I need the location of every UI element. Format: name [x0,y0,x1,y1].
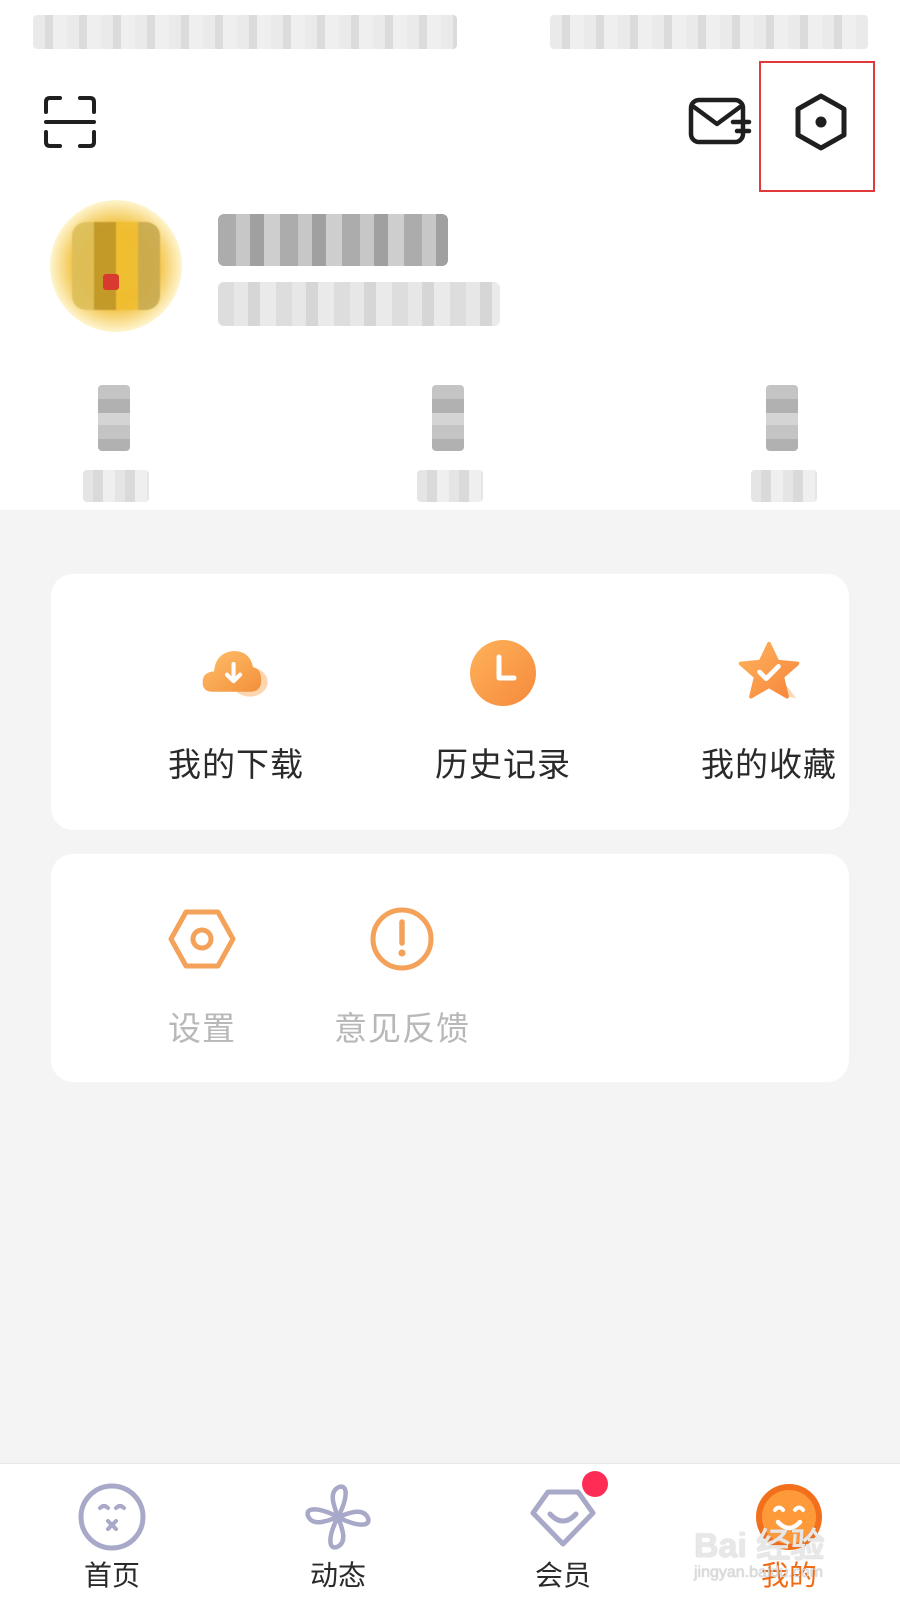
nav-item-member[interactable]: 会员 [493,1464,633,1600]
gear-hexagon-icon [167,904,237,974]
mail-button[interactable] [680,82,760,162]
download-cloud-icon [201,638,271,708]
nav-item-home[interactable]: 首页 [42,1464,182,1600]
status-bar [0,0,900,60]
quick-item-history-label: 历史记录 [435,745,571,784]
app-screen: 我的下载 历史记录 我的收藏 设置 意见反馈 首页 动态 会员 我的 Bai 经… [0,0,900,1600]
stat-2-value-blurred [432,385,464,451]
nav-item-dynamic[interactable]: 动态 [268,1464,408,1600]
tool-item-feedback-label: 意见反馈 [334,1009,470,1048]
settings-hexagon-icon [795,93,847,151]
status-bar-left-blurred [33,15,457,49]
quick-item-favorites[interactable]: 我的收藏 [659,638,879,818]
quick-item-favorites-label: 我的收藏 [701,745,837,784]
scan-button[interactable] [30,82,110,162]
username-blurred[interactable] [218,214,448,266]
exclamation-circle-icon [367,904,437,974]
nav-item-mine[interactable]: 我的 [719,1464,859,1600]
stat-1-value-blurred [98,385,130,451]
status-bar-right-blurred [550,15,868,49]
stat-block-1[interactable] [83,385,153,505]
quick-actions-card: 我的下载 历史记录 我的收藏 [51,574,849,830]
avatar-mouth [103,274,119,290]
clock-icon [468,638,538,708]
mine-face-icon [754,1482,824,1552]
avatar[interactable] [50,200,182,332]
bottom-nav: 首页 动态 会员 我的 [0,1463,900,1600]
quick-item-downloads-label: 我的下载 [168,745,304,784]
star-check-icon [734,638,804,708]
stat-3-value-blurred [766,385,798,451]
header-divider [0,510,900,550]
stat-block-3[interactable] [751,385,821,505]
nav-item-home-label: 首页 [83,1559,140,1592]
user-subtitle-blurred [218,282,500,326]
quick-item-downloads[interactable]: 我的下载 [126,638,346,818]
tool-item-settings-label: 设置 [168,1009,236,1048]
tool-item-feedback[interactable]: 意见反馈 [307,904,487,1074]
stat-block-2[interactable] [417,385,487,505]
stat-1-label-blurred [83,470,149,502]
tool-item-settings[interactable]: 设置 [107,904,287,1074]
nav-item-member-label: 会员 [534,1559,591,1592]
quick-item-history[interactable]: 历史记录 [393,638,613,818]
scan-icon [44,96,96,148]
avatar-face-blurred [72,222,160,310]
settings-button[interactable] [781,82,861,162]
mail-icon [688,97,752,145]
member-notification-badge [582,1471,608,1497]
nav-item-dynamic-label: 动态 [309,1559,366,1592]
stat-3-label-blurred [751,470,817,502]
stat-2-label-blurred [417,470,483,502]
nav-item-mine-label: 我的 [760,1559,817,1592]
tools-card: 设置 意见反馈 [51,854,849,1082]
pinwheel-icon [303,1482,373,1552]
home-face-icon [77,1482,147,1552]
